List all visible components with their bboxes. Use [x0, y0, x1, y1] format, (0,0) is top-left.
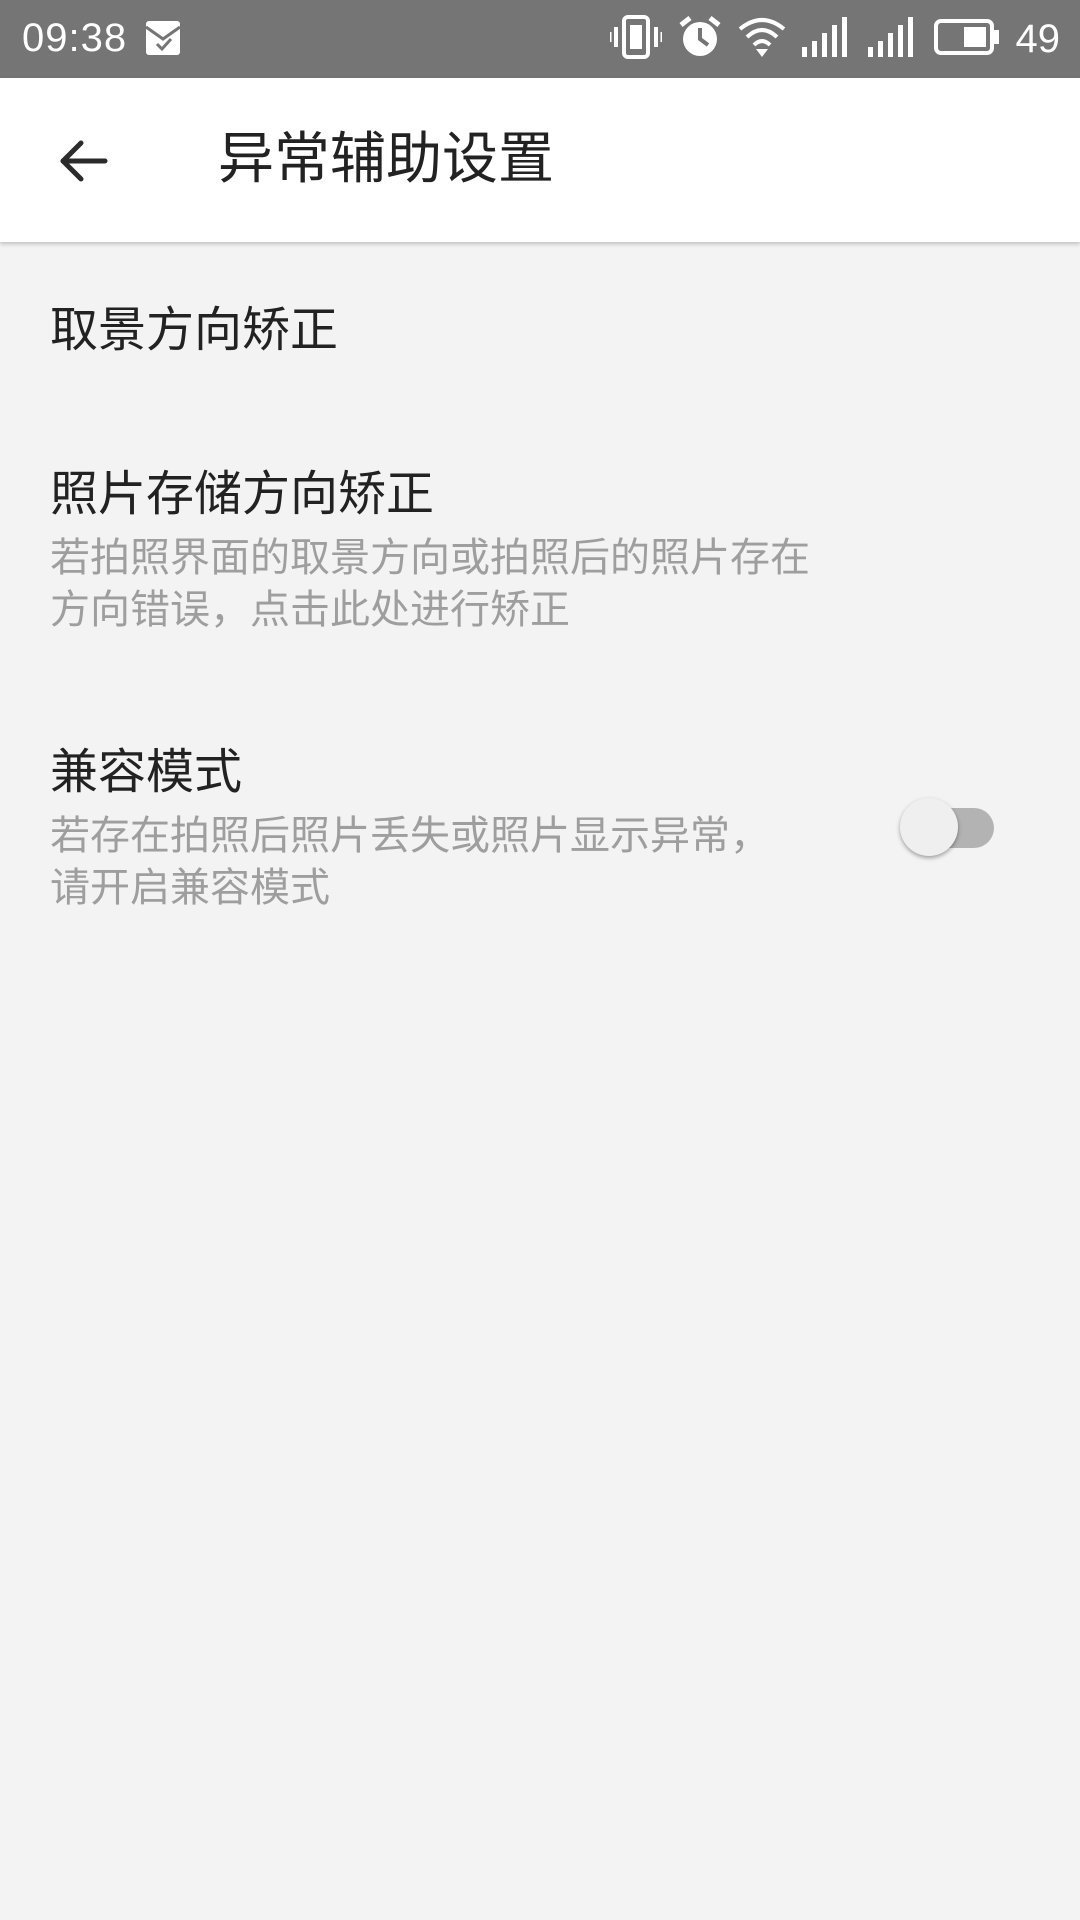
wifi-icon	[738, 17, 786, 61]
setting-description: 若存在拍照后照片丢失或照片显示异常，请开启兼容模式	[50, 813, 770, 911]
status-bar: 09:38 49	[0, 0, 1080, 78]
signal-icon	[867, 17, 918, 61]
setting-title: 照片存储方向矫正	[50, 466, 435, 522]
compatibility-mode-toggle[interactable]	[900, 797, 996, 859]
status-icons: 49	[608, 0, 1061, 78]
battery-percent: 49	[1015, 16, 1061, 61]
setting-description: 若拍照界面的取景方向或拍照后的照片存在方向错误，点击此处进行矫正	[50, 535, 810, 633]
app-bar: 异常辅助设置	[0, 78, 1080, 242]
setting-title: 取景方向矫正	[50, 302, 339, 358]
alarm-icon	[678, 15, 722, 63]
notification-icon	[144, 19, 182, 57]
setting-photo-storage-orientation[interactable]: 照片存储方向矫正 若拍照界面的取景方向或拍照后的照片存在方向错误，点击此处进行矫…	[0, 402, 1080, 682]
toggle-thumb	[900, 798, 958, 856]
signal-icon	[801, 17, 852, 61]
page-title: 异常辅助设置	[218, 127, 554, 192]
setting-compatibility-mode[interactable]: 兼容模式 若存在拍照后照片丢失或照片显示异常，请开启兼容模式	[0, 682, 1080, 952]
setting-viewfinder-orientation[interactable]: 取景方向矫正	[0, 242, 1080, 402]
status-time: 09:38	[22, 16, 128, 60]
setting-title: 兼容模式	[50, 744, 243, 800]
arrow-left-icon	[60, 140, 108, 182]
battery-icon	[933, 19, 1000, 59]
vibrate-icon	[608, 15, 663, 63]
back-button[interactable]	[38, 116, 128, 206]
